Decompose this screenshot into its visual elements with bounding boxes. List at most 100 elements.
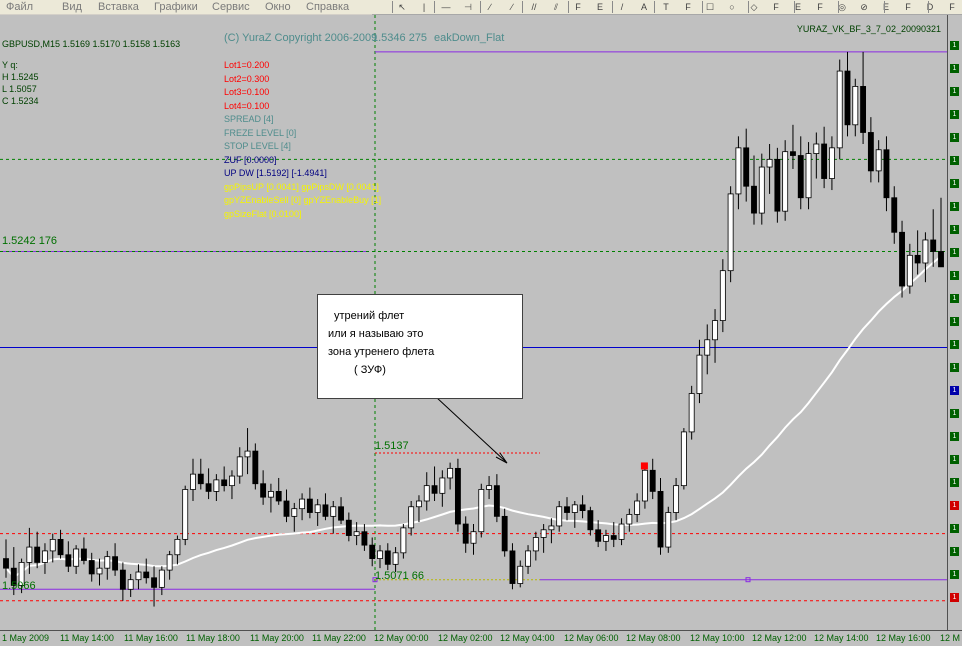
menu-charts[interactable]: Графики (154, 0, 198, 14)
candle-body (267, 491, 274, 498)
toolbar-tool-button[interactable]: ☐ (702, 1, 718, 13)
candle-body (143, 571, 150, 579)
candle-body (899, 231, 905, 287)
candle-body (361, 531, 368, 546)
toolbar-separator (434, 1, 435, 13)
candle-body (283, 500, 290, 517)
candle-body (96, 567, 103, 575)
time-axis-label: 12 May 12:00 (752, 633, 807, 643)
toolbar-tool-button[interactable]: F (944, 1, 960, 13)
price-scale[interactable]: 1 1 1 1 1 1 1 1 1 1 1 1 1 1 1 1 1 1 1 1 1 1 1 1 1 (947, 15, 962, 630)
menu-view[interactable]: Вид (62, 0, 82, 14)
menu-bar: Файл Вид Вставка Графики Сервис Окно Спр… (0, 0, 372, 15)
candle-body (828, 147, 835, 179)
candle-body (875, 149, 882, 172)
candle-body (540, 529, 547, 538)
toolbar-tool-button[interactable]: F (768, 1, 784, 13)
toolbar-tool-button[interactable]: ○ (724, 1, 740, 13)
candle-body (423, 485, 430, 502)
candle-body (34, 546, 41, 563)
candle-body (478, 489, 485, 533)
candle-body (813, 143, 820, 154)
candle-body (758, 166, 765, 214)
candle-body (930, 239, 937, 252)
candle-body (525, 550, 531, 567)
candle-body (80, 548, 87, 561)
candle-body (158, 569, 165, 588)
candle-body (641, 469, 648, 502)
price-scale-mark: 1 (950, 340, 959, 349)
candle-body (774, 158, 781, 212)
candle-body (751, 185, 757, 214)
candle-body (57, 538, 64, 556)
toolbar-tool-button[interactable]: F (680, 1, 696, 13)
toolbar-tool-button[interactable]: T (658, 1, 674, 13)
price-scale-mark: 1 (950, 524, 959, 533)
toolbar-tool-button[interactable]: | (416, 1, 432, 13)
candle-body (229, 475, 235, 487)
toolbar-tool-button[interactable]: // (526, 1, 542, 13)
price-scale-mark: 1 (950, 501, 959, 510)
candle-body (571, 504, 578, 513)
toolbar-tool-button[interactable]: ∕ (504, 1, 520, 13)
toolbar-tool-button[interactable]: E (592, 1, 608, 13)
level-label-flat-bottom: 1.5071 66 (375, 570, 424, 582)
info-line: FREZE LEVEL [0] (224, 127, 297, 138)
candle-body (42, 550, 48, 563)
candle-body (634, 500, 641, 515)
toolbar-tool-button[interactable]: F (570, 1, 586, 13)
toolbar-tool-button[interactable]: ⊣ (460, 1, 476, 13)
menu-window[interactable]: Окно (265, 0, 291, 14)
toolbar-tool-button[interactable]: F (900, 1, 916, 13)
time-axis[interactable]: 1 May 2009 11 May 14:00 11 May 16:00 11 May… (0, 630, 962, 646)
candle-body (501, 515, 508, 552)
candle-body (906, 254, 913, 287)
candle-body (517, 565, 524, 584)
info-line: gpPipsUP [0.0041] gpPipsDW [0.0041] (224, 181, 379, 192)
annotation-line: ( ЗУФ) (354, 364, 386, 376)
toolbar-tool-button[interactable]: E (878, 1, 894, 13)
toolbar-tool-button[interactable]: — (438, 1, 454, 13)
toolbar-tool-button[interactable]: ⊘ (856, 1, 872, 13)
candle-body (790, 151, 796, 156)
indicator-name: YURAZ_VK_BF_3_7_02_20090321 (796, 24, 941, 34)
candle-body (252, 450, 259, 485)
time-axis-label: 12 May 16:00 (876, 633, 931, 643)
toolbar-tool-button[interactable]: ↖ (394, 1, 410, 13)
time-axis-label: 12 May 10:00 (690, 633, 745, 643)
price-scale-mark: 1 (950, 455, 959, 464)
candle-body (532, 537, 539, 552)
candle-body (665, 512, 672, 548)
chart-area[interactable]: GBPUSD,M15 1.5169 1.5170 1.5158 1.5163 Y… (0, 15, 947, 630)
price-scale-mark: 1 (950, 294, 959, 303)
annotation-textbox[interactable]: утрений флет или я называю это зона утре… (317, 294, 523, 399)
price-scale-mark: 1 (950, 110, 959, 119)
candle-body (454, 467, 461, 525)
candle-body (470, 531, 477, 544)
candle-body (26, 546, 33, 563)
menu-tools[interactable]: Сервис (212, 0, 250, 14)
candle-body (213, 479, 220, 492)
price-scale-mark: 1 (950, 133, 959, 142)
candle-body (400, 527, 407, 554)
toolbar-tool-button[interactable]: ◎ (834, 1, 850, 13)
toolbar-tool-button[interactable]: F (812, 1, 828, 13)
toolbar-tool-button[interactable]: / (614, 1, 630, 13)
time-axis-label: 12 May 04:00 (500, 633, 555, 643)
toolbar-tool-button[interactable]: ⫽ (548, 1, 564, 13)
menu-help[interactable]: Справка (306, 0, 349, 14)
toolbar-tool-button[interactable]: E (790, 1, 806, 13)
menu-file[interactable]: Файл (6, 0, 33, 14)
candle-body (735, 147, 742, 195)
candle-body (119, 569, 126, 590)
menu-insert[interactable]: Вставка (98, 0, 139, 14)
time-axis-label: 11 May 22:00 (312, 633, 366, 643)
info-line: STOP LEVEL [4] (224, 141, 291, 151)
toolbar-tool-button[interactable]: ∕ (482, 1, 498, 13)
time-axis-label: 12 May 02:00 (438, 633, 493, 643)
candle-body (579, 504, 586, 511)
toolbar-tool-button[interactable]: A (636, 1, 652, 13)
expert-info-panel: Lot1=0.200 Lot2=0.300 Lot3=0.100 Lot4=0.100… (224, 59, 381, 221)
annotation-line: или я называю это (328, 328, 424, 340)
toolbar-tool-button[interactable]: D (922, 1, 938, 13)
